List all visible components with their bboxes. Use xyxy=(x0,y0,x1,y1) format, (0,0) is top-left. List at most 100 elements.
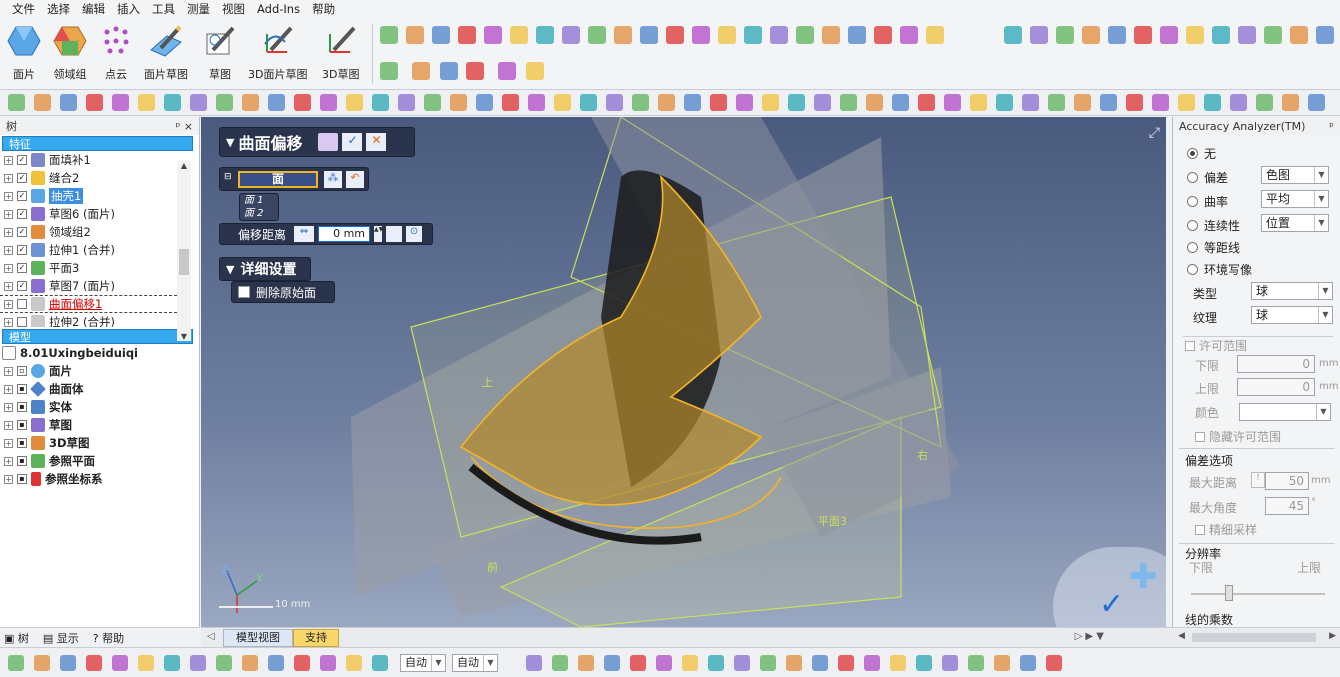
menu-select[interactable]: 选择 xyxy=(41,0,76,18)
status-tool-icon[interactable] xyxy=(630,655,646,671)
status-tool-icon[interactable] xyxy=(708,655,724,671)
status-tool-icon[interactable] xyxy=(656,655,672,671)
toolbar-tool-icon[interactable] xyxy=(710,94,727,111)
undo-icon[interactable]: ↶ xyxy=(346,171,364,188)
ribbon-tool-icon[interactable] xyxy=(510,26,528,44)
face-selection-field[interactable]: 面 xyxy=(238,171,318,188)
toolbar-tool-icon[interactable] xyxy=(814,94,831,111)
toolbar-tool-icon[interactable] xyxy=(528,94,545,111)
sketch-button[interactable]: 草图 xyxy=(202,22,238,82)
toolbar-tool-icon[interactable] xyxy=(268,94,285,111)
toolbar-tool-icon[interactable] xyxy=(294,94,311,111)
toolbar-tool-icon[interactable] xyxy=(1230,94,1247,111)
tab-scroll-left-icon[interactable]: ◁ xyxy=(207,631,215,642)
collapse-arrow-icon[interactable]: ▼ xyxy=(226,263,234,276)
fine-sampling-checkbox[interactable] xyxy=(1195,524,1205,535)
status-tool-icon[interactable] xyxy=(786,655,802,671)
mode-curvature-radio[interactable]: 曲率 xyxy=(1187,193,1228,210)
tab-nav-icon[interactable]: ▷ ▶ ▼ xyxy=(1075,631,1104,642)
ribbon-tool-icon[interactable] xyxy=(744,26,762,44)
chevron-down-icon[interactable]: ▼ xyxy=(1314,191,1328,207)
ribbon-tool-icon[interactable] xyxy=(1212,26,1230,44)
clear-selection-icon[interactable]: ⁂ xyxy=(324,171,342,188)
status-tool-icon[interactable] xyxy=(734,655,750,671)
radio-icon[interactable] xyxy=(1187,220,1198,231)
color-picker[interactable]: ▼ xyxy=(1239,403,1331,421)
ribbon-tool-icon[interactable] xyxy=(692,26,710,44)
visibility-checkbox[interactable]: ▪ xyxy=(17,474,27,484)
status-tool-icon[interactable] xyxy=(346,655,362,671)
toolbar-tool-icon[interactable] xyxy=(372,94,389,111)
ribbon-tool-icon[interactable] xyxy=(1290,26,1308,44)
toolbar-tool-icon[interactable] xyxy=(1308,94,1325,111)
status-tool-icon[interactable] xyxy=(526,655,542,671)
ribbon-tool-icon[interactable] xyxy=(466,62,484,80)
status-tool-icon[interactable] xyxy=(216,655,232,671)
toolbar-tool-icon[interactable] xyxy=(502,94,519,111)
expand-icon[interactable]: + xyxy=(4,281,13,291)
cancel-button[interactable]: ✕ xyxy=(366,133,387,151)
calculator-icon[interactable] xyxy=(386,226,403,242)
mode-deviation-radio[interactable]: 偏差 xyxy=(1187,169,1228,186)
max-distance-input[interactable]: 50 xyxy=(1265,472,1309,490)
status-tool-icon[interactable] xyxy=(864,655,880,671)
model-header[interactable]: 模型 xyxy=(2,329,193,344)
toolbar-tool-icon[interactable] xyxy=(632,94,649,111)
visibility-checkbox[interactable]: ▫ xyxy=(17,366,27,376)
deviation-select[interactable]: 色图 ▼ xyxy=(1261,166,1329,184)
chevron-down-icon[interactable]: ▼ xyxy=(1314,215,1328,231)
model-item[interactable]: + ▪ 参照坐标系 xyxy=(0,470,199,488)
selection-mode-select-1[interactable]: 自动 ▼ xyxy=(400,654,446,672)
ribbon-tool-icon[interactable] xyxy=(498,62,516,80)
toolbar-tool-icon[interactable] xyxy=(1152,94,1169,111)
menu-edit[interactable]: 编辑 xyxy=(76,0,111,18)
preview-button[interactable] xyxy=(318,133,339,151)
ribbon-tool-icon[interactable] xyxy=(770,26,788,44)
visibility-checkbox[interactable]: ▪ xyxy=(17,438,27,448)
toolbar-tool-icon[interactable] xyxy=(554,94,571,111)
visibility-checkbox[interactable]: ✓ xyxy=(17,173,27,183)
toolbar-tool-icon[interactable] xyxy=(1022,94,1039,111)
toolbar-tool-icon[interactable] xyxy=(320,94,337,111)
expand-icon[interactable]: + xyxy=(4,299,13,309)
menu-tools[interactable]: 工具 xyxy=(146,0,181,18)
expand-icon[interactable]: + xyxy=(4,245,13,255)
type-select[interactable]: 球 ▼ xyxy=(1251,282,1333,300)
hide-tolerance-checkbox[interactable] xyxy=(1195,431,1205,442)
model-root[interactable]: 8.01Uxingbeiduiqi xyxy=(0,344,199,362)
chevron-down-icon[interactable]: ▼ xyxy=(1314,167,1328,183)
visibility-checkbox[interactable]: ✓ xyxy=(17,263,27,273)
toolbar-tool-icon[interactable] xyxy=(1282,94,1299,111)
visibility-checkbox[interactable]: ✓ xyxy=(17,191,27,201)
status-tool-icon[interactable] xyxy=(552,655,568,671)
expand-icon[interactable]: + xyxy=(4,317,13,327)
expand-icon[interactable]: + xyxy=(4,155,13,165)
status-tool-icon[interactable] xyxy=(812,655,828,671)
menu-help[interactable]: 帮助 xyxy=(306,0,341,18)
feature-row[interactable]: + ✓ 平面3 xyxy=(0,259,177,277)
status-tool-icon[interactable] xyxy=(604,655,620,671)
spin-icon[interactable]: ▲▼ xyxy=(374,226,383,242)
mode-continuity-radio[interactable]: 连续性 xyxy=(1187,217,1240,234)
feature-tree-scrollbar[interactable]: ▲ ▼ xyxy=(177,161,191,341)
confirm-check-icon[interactable]: ✓ xyxy=(1099,587,1124,622)
feature-row[interactable]: + ✓ 草图7 (面片) xyxy=(0,277,177,295)
selected-face-item[interactable]: 面 2 xyxy=(244,207,278,220)
toolbar-tool-icon[interactable] xyxy=(762,94,779,111)
selected-face-item[interactable]: 面 1 xyxy=(244,194,278,207)
toolbar-tool-icon[interactable] xyxy=(684,94,701,111)
expand-icon[interactable]: + xyxy=(4,173,13,183)
toolbar-tool-icon[interactable] xyxy=(1126,94,1143,111)
ribbon-tool-icon[interactable] xyxy=(1264,26,1282,44)
feature-row[interactable]: + ✓ 拉伸1 (合并) xyxy=(0,241,177,259)
status-tool-icon[interactable] xyxy=(890,655,906,671)
ribbon-tool-icon[interactable] xyxy=(1082,26,1100,44)
status-tool-icon[interactable] xyxy=(242,655,258,671)
visibility-checkbox[interactable]: ▪ xyxy=(17,456,27,466)
feature-row[interactable]: + ✓ 抽壳1 xyxy=(0,187,177,205)
ribbon-tool-icon[interactable] xyxy=(1004,26,1022,44)
mesh-sketch-button[interactable]: 面片草图 xyxy=(144,22,188,82)
resolution-slider-thumb[interactable] xyxy=(1225,585,1233,601)
status-tool-icon[interactable] xyxy=(760,655,776,671)
ribbon-tool-icon[interactable] xyxy=(796,26,814,44)
